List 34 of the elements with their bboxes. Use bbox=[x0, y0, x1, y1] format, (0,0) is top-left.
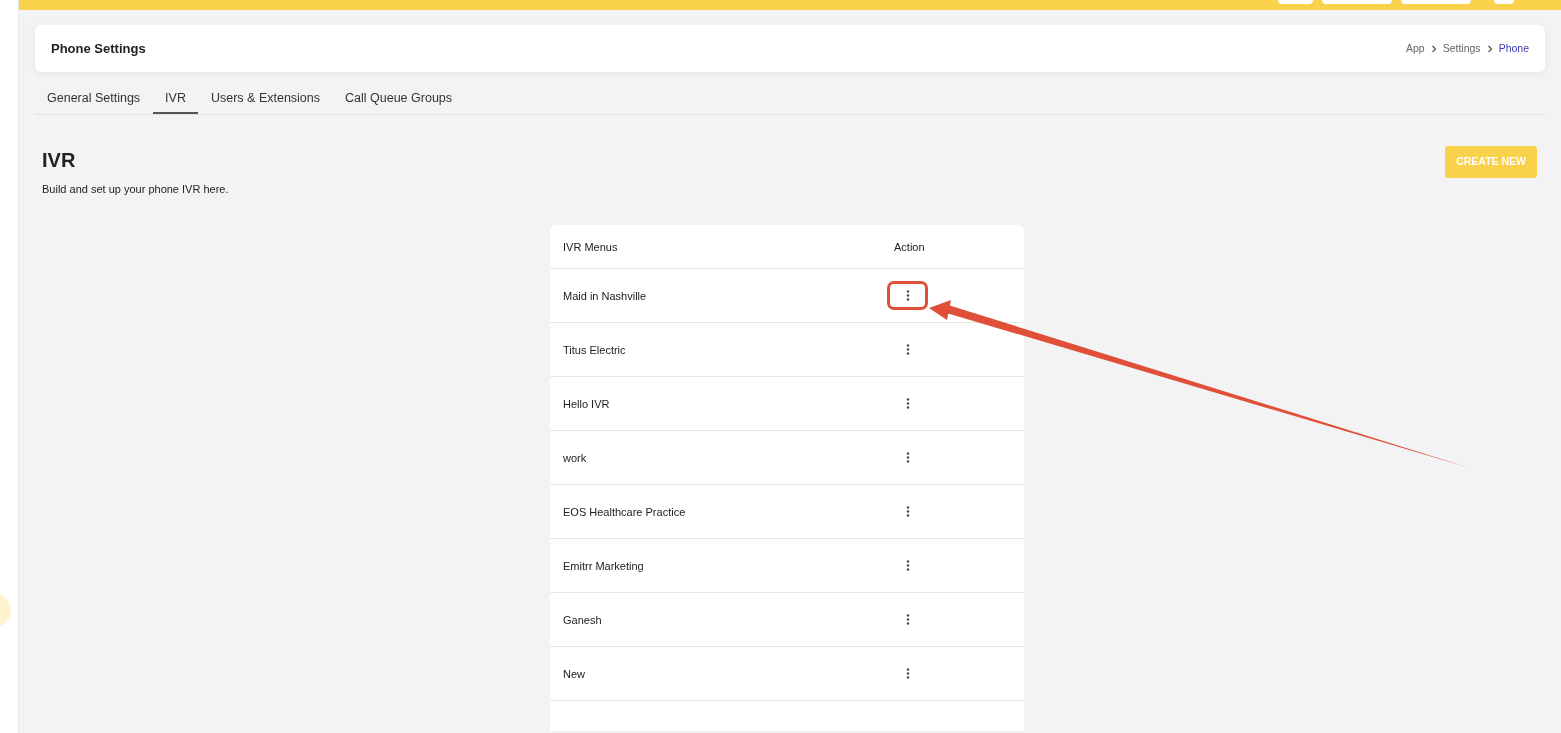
breadcrumb-link[interactable]: App bbox=[1406, 40, 1425, 57]
section-subtitle: Build and set up your phone IVR here. bbox=[42, 181, 229, 197]
tab[interactable]: IVR bbox=[153, 86, 198, 114]
kebab-icon bbox=[905, 668, 910, 680]
avatar-icon[interactable] bbox=[1494, 0, 1514, 4]
kebab-icon bbox=[905, 506, 910, 518]
table-cell-text: Maid in Nashville bbox=[562, 288, 648, 304]
toolbar-button[interactable] bbox=[1401, 0, 1471, 4]
table-cell-text: Titus Electric bbox=[562, 342, 627, 358]
kebab-icon bbox=[905, 398, 910, 410]
column-header: Action bbox=[894, 239, 925, 255]
table-cell-text: Hello IVR bbox=[562, 396, 611, 412]
breadcrumb-link[interactable]: Settings bbox=[1442, 40, 1481, 57]
table-cell-text: work bbox=[562, 450, 588, 466]
kebab-icon bbox=[905, 452, 910, 464]
table-cell-text: Emitrr Marketing bbox=[562, 558, 645, 574]
tab[interactable]: Call Queue Groups bbox=[333, 86, 465, 114]
page-title: Phone Settings bbox=[51, 39, 146, 58]
kebab-icon bbox=[905, 560, 910, 572]
chevron-right-icon bbox=[1486, 44, 1493, 53]
section-title: IVR bbox=[42, 147, 77, 172]
toolbar-button[interactable] bbox=[1322, 0, 1392, 4]
tab[interactable]: Users & Extensions bbox=[198, 86, 333, 114]
kebab-icon bbox=[905, 290, 910, 302]
chevron-right-icon bbox=[1430, 44, 1437, 53]
toolbar-button[interactable] bbox=[1278, 0, 1313, 4]
table-cell-text: EOS Healthcare Practice bbox=[562, 504, 687, 520]
kebab-icon bbox=[905, 344, 910, 356]
more-options-button[interactable] bbox=[887, 281, 928, 311]
tab[interactable]: General Settings bbox=[35, 86, 153, 114]
kebab-icon bbox=[905, 614, 910, 626]
table-cell-text: Ganesh bbox=[562, 612, 603, 628]
table-cell-text: New bbox=[562, 666, 586, 682]
column-header: IVR Menus bbox=[562, 239, 619, 255]
